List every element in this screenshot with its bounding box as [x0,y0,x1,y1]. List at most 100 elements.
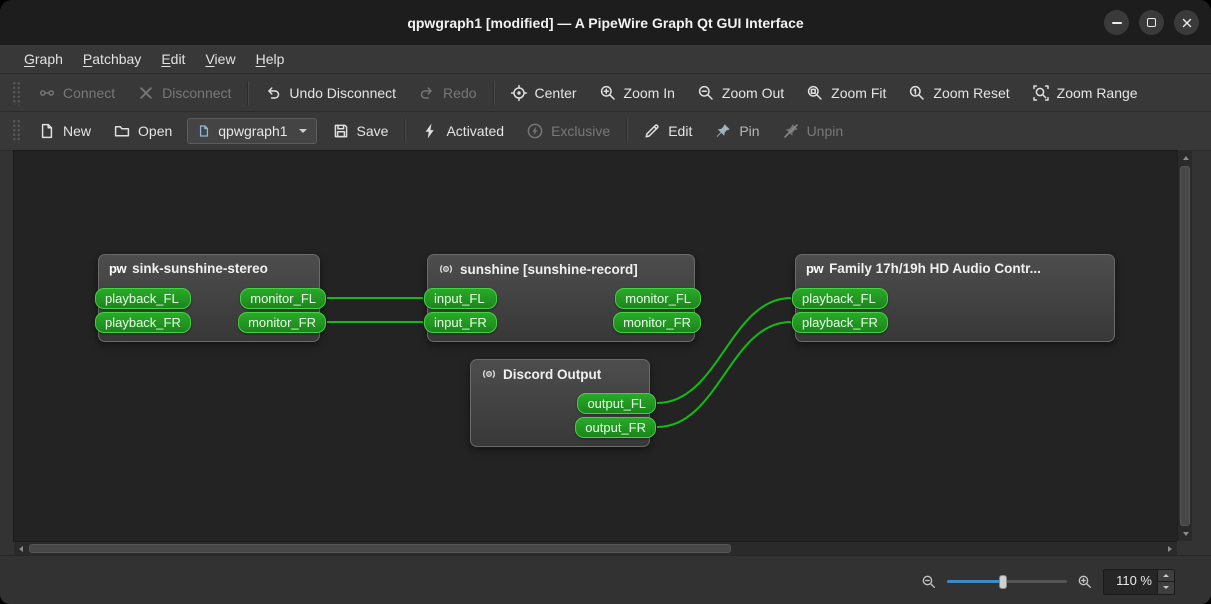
toolbar-grip[interactable] [12,119,21,143]
port-monitor_FL[interactable]: monitor_FL [615,288,701,309]
disconnect-button[interactable]: Disconnect [126,79,242,107]
zoom-spin-up-button[interactable] [1158,569,1174,581]
horizontal-scrollbar[interactable] [14,541,1177,555]
zoom-fit-button[interactable]: Zoom Fit [795,79,897,107]
activated-bolt-icon [426,123,435,139]
connection-wires [326,296,792,428]
scroll-right-button[interactable] [1163,542,1177,556]
zoom-in-icon [600,85,615,100]
center-label: Center [534,84,577,101]
redo-button[interactable]: Redo [407,79,487,107]
zoom-reset-icon [910,85,925,100]
node-title-text: Family 17h/19h HD Audio Contr... [829,261,1041,276]
close-icon [1182,18,1191,27]
toolbar-grip[interactable] [12,80,21,105]
zoom-out-icon [698,85,713,100]
exclusive-icon [527,123,543,139]
zoom-in-icon[interactable] [1077,574,1093,590]
zoom-slider-handle[interactable] [999,574,1007,589]
window-titlebar[interactable]: qpwgraph1 [modified] — A PipeWire Graph … [0,0,1211,45]
menu-graph[interactable]: Graph [14,48,73,70]
menu-view[interactable]: View [195,48,245,70]
open-label: Open [138,123,173,139]
exclusive-button[interactable]: Exclusive [515,117,621,145]
undo-label: Undo Disconnect [289,84,397,101]
port-monitor_FL[interactable]: monitor_FL [240,288,326,309]
zoom-range-label: Zoom Range [1056,84,1138,101]
zoom-reset-button[interactable]: Zoom Reset [897,79,1020,107]
center-button[interactable]: Center [499,79,588,107]
pin-button[interactable]: Pin [703,117,770,145]
speaker-icon [439,265,453,273]
unpin-button[interactable]: Unpin [771,117,855,145]
open-folder-icon [114,126,130,137]
port-output_FR[interactable]: output_FR [575,417,656,438]
close-button[interactable] [1174,10,1199,35]
save-button[interactable]: Save [321,117,400,145]
activated-button[interactable]: Activated [410,117,515,145]
port-input_FL[interactable]: input_FL [424,288,497,309]
new-label: New [63,123,92,139]
scrollbar-corner [1177,541,1192,555]
connect-button[interactable]: Connect [27,79,126,107]
node-title: pw sink-sunshine-stereo [99,255,319,276]
zoom-in-label: Zoom In [623,84,675,101]
redo-label: Redo [443,84,477,101]
save-label: Save [356,123,389,139]
port-monitor_FR[interactable]: monitor_FR [238,312,326,333]
vertical-scrollbar[interactable] [1177,151,1192,541]
zoom-in-button[interactable]: Zoom In [588,79,686,107]
patchbay-toolbar: New Open qpwgraph1 Save Activated Exclus… [0,112,1211,151]
scroll-down-button[interactable] [1178,527,1193,541]
maximize-button[interactable] [1139,10,1164,35]
node-discord-output[interactable]: Discord Output output_FL output_FR [470,359,656,447]
zoom-range-icon [1032,84,1049,101]
unpin-label: Unpin [806,123,844,139]
zoom-out-label: Zoom Out [721,84,785,101]
port-playback_FL[interactable]: playback_FL [792,288,888,309]
pin-label: Pin [739,123,760,139]
zoom-spinbox[interactable]: 110 % [1103,568,1175,595]
port-input_FR[interactable]: input_FR [424,312,497,333]
undo-disconnect-button[interactable]: Undo Disconnect [253,79,407,107]
scroll-left-button[interactable] [14,542,28,556]
node-family-hd-audio[interactable]: pw Family 17h/19h HD Audio Contr... play… [792,254,1115,342]
minimize-button[interactable] [1104,10,1129,35]
zoom-out-icon[interactable] [921,574,937,590]
node-sink-sunshine-stereo[interactable]: pw sink-sunshine-stereo playback_FL play… [95,254,326,342]
port-playback_FR[interactable]: playback_FR [95,312,191,333]
open-button[interactable]: Open [102,117,183,145]
horizontal-scroll-thumb[interactable] [29,544,731,553]
node-title: Discord Output [471,360,649,382]
port-playback_FR[interactable]: playback_FR [792,312,888,333]
new-button[interactable]: New [27,117,102,145]
patchbay-select[interactable]: qpwgraph1 [187,118,317,144]
minimize-icon [1111,21,1122,24]
toolbar-separator [247,80,249,105]
pipewire-icon: pw [806,261,824,276]
port-output_FL[interactable]: output_FL [577,393,656,414]
menu-edit[interactable]: Edit [151,48,195,70]
edit-button[interactable]: Edit [632,117,703,145]
connect-label: Connect [63,84,116,101]
exclusive-label: Exclusive [551,123,611,139]
zoom-range-button[interactable]: Zoom Range [1021,79,1149,107]
graph-canvas[interactable]: pw sink-sunshine-stereo playback_FL play… [13,150,1178,542]
node-title-text: sink-sunshine-stereo [132,261,268,276]
toolbar-separator [626,119,628,143]
zoom-slider[interactable] [947,574,1067,589]
patchbay-name: qpwgraph1 [218,123,288,139]
menu-help[interactable]: Help [246,48,295,70]
activated-label: Activated [446,123,505,139]
vertical-scroll-thumb[interactable] [1180,166,1190,526]
zoom-reset-label: Zoom Reset [933,84,1010,101]
port-monitor_FR[interactable]: monitor_FR [613,312,701,333]
zoom-spin-down-button[interactable] [1158,581,1174,594]
scroll-up-button[interactable] [1178,151,1193,165]
maximize-icon [1147,18,1156,27]
node-title: pw Family 17h/19h HD Audio Contr... [796,255,1114,276]
port-playback_FL[interactable]: playback_FL [95,288,191,309]
menu-patchbay[interactable]: Patchbay [73,48,151,70]
zoom-out-button[interactable]: Zoom Out [686,79,795,107]
node-sunshine-record[interactable]: sunshine [sunshine-record] input_FL inpu… [424,254,701,342]
